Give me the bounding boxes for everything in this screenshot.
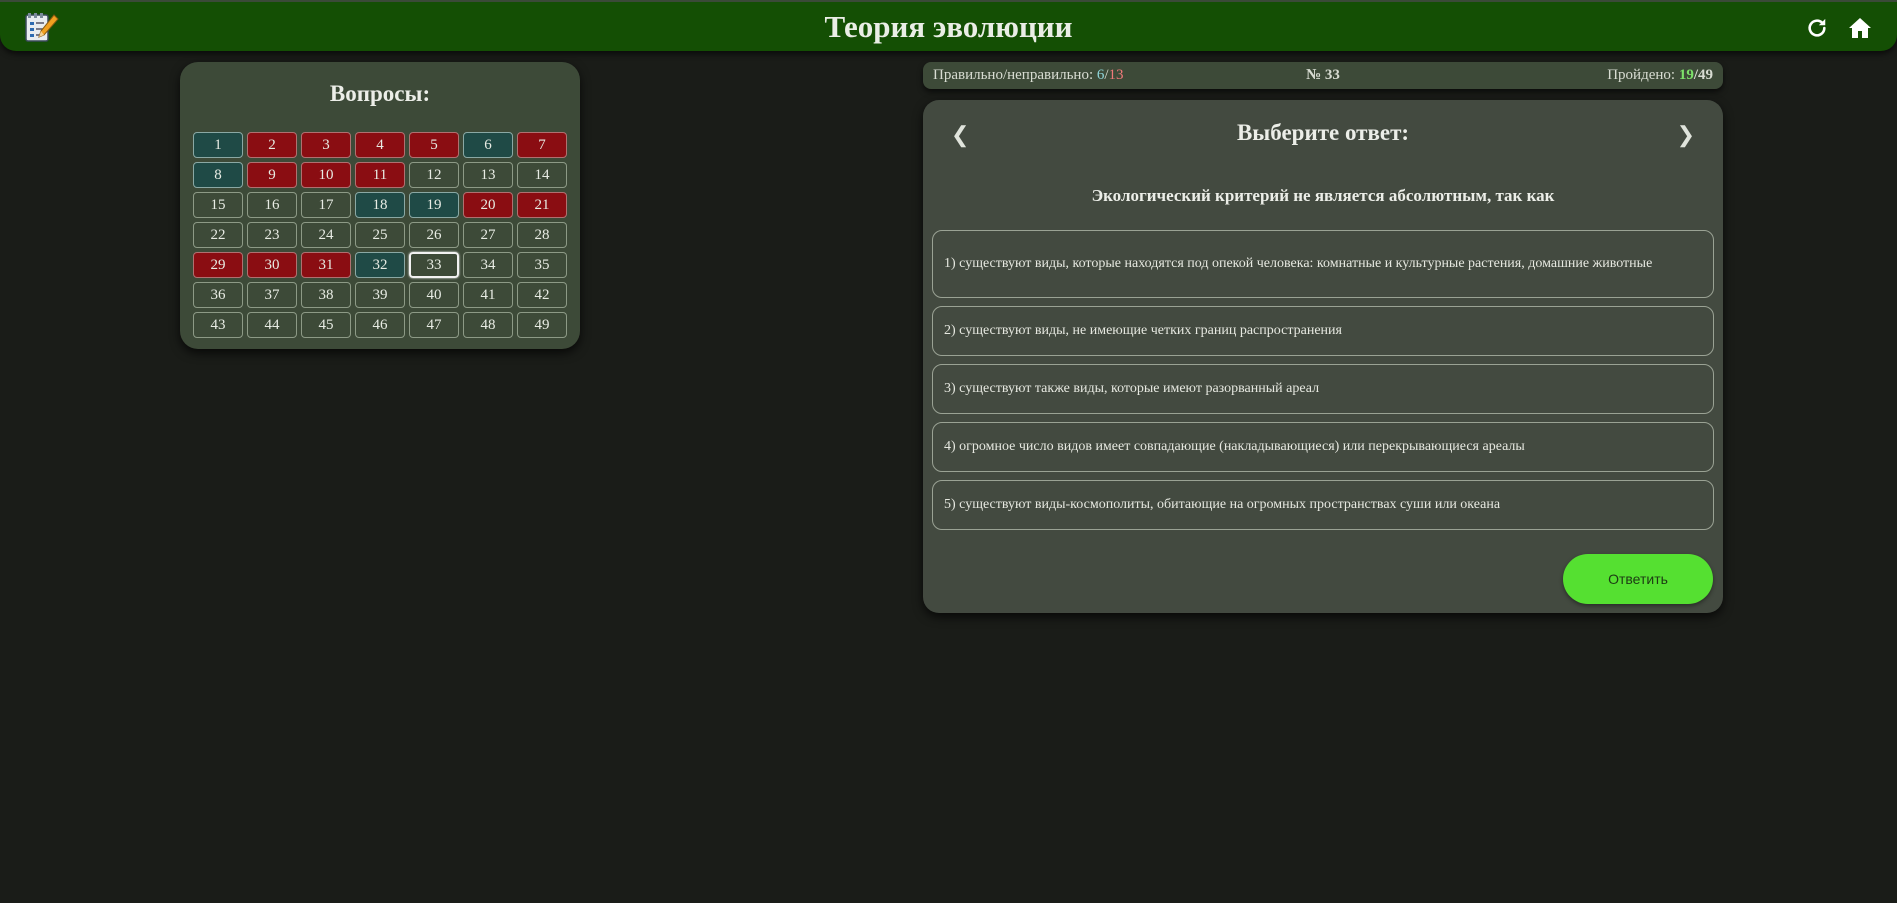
passed-count: 19 xyxy=(1678,67,1694,83)
question-cell-19[interactable]: 19 xyxy=(409,192,459,218)
passed-label: Пройдено: xyxy=(1607,67,1679,83)
question-cell-21[interactable]: 21 xyxy=(517,192,567,218)
questions-panel-title: Вопросы: xyxy=(329,81,431,106)
question-cell-13[interactable]: 13 xyxy=(463,162,513,188)
question-cell-1[interactable]: 1 xyxy=(193,132,243,158)
question-cell-23[interactable]: 23 xyxy=(247,222,297,248)
question-cell-49[interactable]: 49 xyxy=(517,312,567,338)
card-title: Выберите ответ: xyxy=(1236,120,1410,145)
top-bar: Теория эволюции xyxy=(0,0,1897,51)
question-cell-6[interactable]: 6 xyxy=(463,132,513,158)
question-cell-16[interactable]: 16 xyxy=(247,192,297,218)
question-cell-28[interactable]: 28 xyxy=(517,222,567,248)
question-grid: 1 2 3 4 5 6 7 8 9 10 11 12 13 14 15 16 17 18 19 20 21 22 23 24 2… xyxy=(193,132,567,338)
question-cell-10[interactable]: 10 xyxy=(301,162,351,188)
question-cell-29[interactable]: 29 xyxy=(193,252,243,278)
status-bar: Правильно/неправильно: 6/13 № 33 Пройден… xyxy=(923,62,1723,89)
question-cell-18[interactable]: 18 xyxy=(355,192,405,218)
question-cell-14[interactable]: 14 xyxy=(517,162,567,188)
question-cell-45[interactable]: 45 xyxy=(301,312,351,338)
question-cell-9[interactable]: 9 xyxy=(247,162,297,188)
next-question-arrow-icon[interactable]: ❯ xyxy=(1677,122,1695,148)
answer-option-3[interactable]: 3) существуют также виды, которые имеют … xyxy=(932,364,1714,414)
question-cell-31[interactable]: 31 xyxy=(301,252,351,278)
question-cell-35[interactable]: 35 xyxy=(517,252,567,278)
answer-option-2[interactable]: 2) существуют виды, не имеющие четких гр… xyxy=(932,306,1714,356)
question-cell-38[interactable]: 38 xyxy=(301,282,351,308)
question-cell-33[interactable]: 33 xyxy=(409,252,459,278)
question-cell-17[interactable]: 17 xyxy=(301,192,351,218)
question-cell-8[interactable]: 8 xyxy=(193,162,243,188)
question-cell-7[interactable]: 7 xyxy=(517,132,567,158)
question-cell-42[interactable]: 42 xyxy=(517,282,567,308)
refresh-icon[interactable] xyxy=(1804,15,1830,41)
score-label: Правильно/неправильно: xyxy=(933,67,1097,83)
question-cell-20[interactable]: 20 xyxy=(463,192,513,218)
submit-answer-button[interactable]: Ответить xyxy=(1563,554,1713,604)
question-cell-39[interactable]: 39 xyxy=(355,282,405,308)
question-cell-44[interactable]: 44 xyxy=(247,312,297,338)
answer-option-1[interactable]: 1) существуют виды, которые находятся по… xyxy=(932,230,1714,298)
question-cell-46[interactable]: 46 xyxy=(355,312,405,338)
score-indicator: Правильно/неправильно: 6/13 xyxy=(933,67,1124,84)
questions-panel: Вопросы: 1 2 3 4 5 6 7 8 9 10 11 12 13 14 15 16 17 18 19 20… xyxy=(180,62,580,349)
question-cell-4[interactable]: 4 xyxy=(355,132,405,158)
question-cell-11[interactable]: 11 xyxy=(355,162,405,188)
question-cell-36[interactable]: 36 xyxy=(193,282,243,308)
question-cell-5[interactable]: 5 xyxy=(409,132,459,158)
question-cell-34[interactable]: 34 xyxy=(463,252,513,278)
question-cell-30[interactable]: 30 xyxy=(247,252,297,278)
wrong-count: 13 xyxy=(1108,67,1124,83)
question-cell-12[interactable]: 12 xyxy=(409,162,459,188)
question-cell-15[interactable]: 15 xyxy=(193,192,243,218)
question-cell-48[interactable]: 48 xyxy=(463,312,513,338)
app-title: Теория эволюции xyxy=(824,9,1073,44)
question-cell-25[interactable]: 25 xyxy=(355,222,405,248)
question-cell-22[interactable]: 22 xyxy=(193,222,243,248)
question-cell-26[interactable]: 26 xyxy=(409,222,459,248)
question-cell-47[interactable]: 47 xyxy=(409,312,459,338)
question-cell-43[interactable]: 43 xyxy=(193,312,243,338)
answer-option-5[interactable]: 5) существуют виды-космополиты, обитающи… xyxy=(932,480,1714,530)
question-cell-3[interactable]: 3 xyxy=(301,132,351,158)
question-cell-27[interactable]: 27 xyxy=(463,222,513,248)
question-cell-40[interactable]: 40 xyxy=(409,282,459,308)
question-cell-41[interactable]: 41 xyxy=(463,282,513,308)
question-cell-37[interactable]: 37 xyxy=(247,282,297,308)
question-cell-2[interactable]: 2 xyxy=(247,132,297,158)
answer-option-4[interactable]: 4) огромное число видов имеет совпадающи… xyxy=(932,422,1714,472)
question-cell-32[interactable]: 32 xyxy=(355,252,405,278)
question-text: Экологический критерий не является абсол… xyxy=(1091,186,1555,205)
total-count: 49 xyxy=(1698,67,1713,83)
home-icon[interactable] xyxy=(1847,15,1873,41)
question-cell-24[interactable]: 24 xyxy=(301,222,351,248)
progress-indicator: Пройдено: 19/49 xyxy=(1607,67,1713,84)
answer-card: ❮ Выберите ответ: ❯ Экологический критер… xyxy=(923,100,1723,613)
